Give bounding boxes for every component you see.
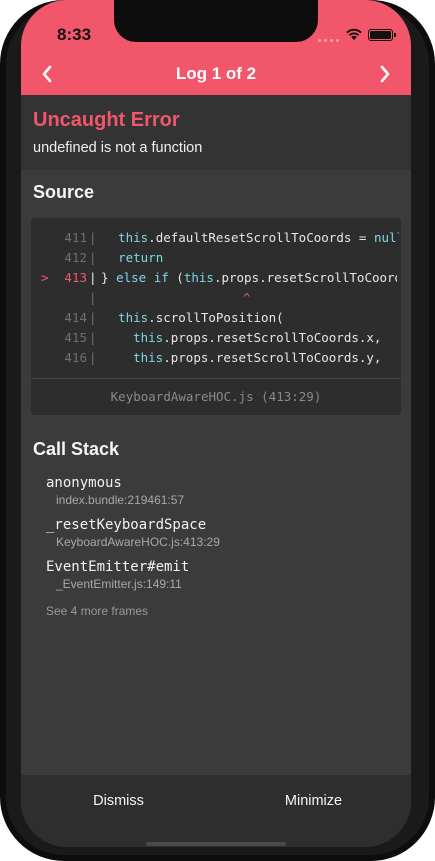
line-number: 416 bbox=[64, 350, 87, 365]
stack-frame[interactable]: anonymous index.bundle:219461:57 bbox=[46, 475, 184, 507]
code-divider bbox=[31, 378, 401, 379]
wifi-icon bbox=[345, 27, 363, 41]
frame-location: _EventEmitter.js:149:11 bbox=[56, 577, 182, 591]
code-text: this.props.resetScrollToCoords.y, bbox=[133, 350, 382, 365]
frame-location: index.bundle:219461:57 bbox=[56, 493, 185, 507]
screen: 8:33 Log 1 of 2 Uncaught Error undefined… bbox=[21, 0, 411, 847]
code-line-active: >413 | } else if (this.props.resetScrollTo… bbox=[31, 268, 401, 288]
status-bar: 8:33 bbox=[21, 0, 411, 60]
code-lines: 411 | this.defaultResetScrollToCoords = n… bbox=[31, 228, 401, 368]
line-number: 415 bbox=[64, 330, 87, 345]
log-navbar: Log 1 of 2 bbox=[21, 52, 411, 95]
line-number: 411 bbox=[64, 230, 87, 245]
frame-name: EventEmitter#emit bbox=[46, 559, 190, 575]
battery-icon bbox=[368, 29, 396, 41]
stack-frame[interactable]: _resetKeyboardSpace KeyboardAwareHOC.js:… bbox=[46, 517, 220, 549]
gutter-divider: | bbox=[89, 350, 97, 365]
device-notch bbox=[114, 0, 318, 42]
frame-name: _resetKeyboardSpace bbox=[46, 517, 207, 533]
gutter-divider: | bbox=[89, 310, 97, 325]
gutter-divider: | bbox=[89, 230, 97, 245]
code-text: this.scrollToPosition( bbox=[118, 310, 284, 325]
code-text: return bbox=[118, 250, 164, 265]
error-title: Uncaught Error bbox=[33, 109, 180, 131]
line-number: 413 bbox=[64, 270, 87, 285]
source-file-location[interactable]: KeyboardAwareHOC.js (413:29) bbox=[31, 389, 401, 404]
code-text: } else if (this.props.resetScrollToCoord… bbox=[101, 270, 397, 285]
gutter-divider: | bbox=[89, 290, 97, 305]
gutter-divider: | bbox=[89, 250, 97, 265]
line-number: 414 bbox=[64, 310, 87, 325]
dismiss-button[interactable]: Dismiss bbox=[21, 793, 216, 809]
line-number: 412 bbox=[64, 250, 87, 265]
gutter-divider: | bbox=[89, 270, 97, 285]
source-title: Source bbox=[33, 182, 95, 202]
see-more-frames-link[interactable]: See 4 more frames bbox=[46, 604, 148, 618]
frame-name: anonymous bbox=[46, 475, 122, 491]
code-line: 415 | this.props.resetScrollToCoords.x, bbox=[31, 328, 401, 348]
frame-location: KeyboardAwareHOC.js:413:29 bbox=[56, 535, 220, 549]
chevron-right-icon bbox=[380, 65, 390, 83]
error-header: Uncaught Error undefined is not a functi… bbox=[21, 95, 411, 170]
gutter-divider: | bbox=[89, 330, 97, 345]
code-text: this.props.resetScrollToCoords.x, bbox=[133, 330, 382, 345]
code-line: 414 | this.scrollToPosition( bbox=[31, 308, 401, 328]
call-stack-title: Call Stack bbox=[33, 439, 120, 459]
error-message: undefined is not a function bbox=[33, 140, 203, 156]
status-time: 8:33 bbox=[57, 25, 92, 44]
code-line: 411 | this.defaultResetScrollToCoords = n… bbox=[31, 228, 401, 248]
signal-icon bbox=[318, 34, 342, 42]
log-title: Log 1 of 2 bbox=[175, 64, 257, 83]
minimize-button[interactable]: Minimize bbox=[216, 793, 411, 809]
code-line: 412 | return bbox=[31, 248, 401, 268]
next-log-button[interactable] bbox=[369, 58, 401, 90]
bottom-action-bar: Dismiss Minimize bbox=[21, 775, 411, 847]
stack-frame[interactable]: EventEmitter#emit _EventEmitter.js:149:1… bbox=[46, 559, 189, 591]
error-column-caret: ^ bbox=[243, 290, 251, 305]
error-line-marker: > bbox=[41, 270, 49, 285]
code-line: 416 | this.props.resetScrollToCoords.y, bbox=[31, 348, 401, 368]
code-text: this.defaultResetScrollToCoords = null bbox=[118, 230, 399, 245]
source-code-box: 411 | this.defaultResetScrollToCoords = n… bbox=[31, 218, 401, 415]
home-indicator bbox=[146, 842, 286, 846]
code-line: | ^ bbox=[31, 288, 401, 308]
